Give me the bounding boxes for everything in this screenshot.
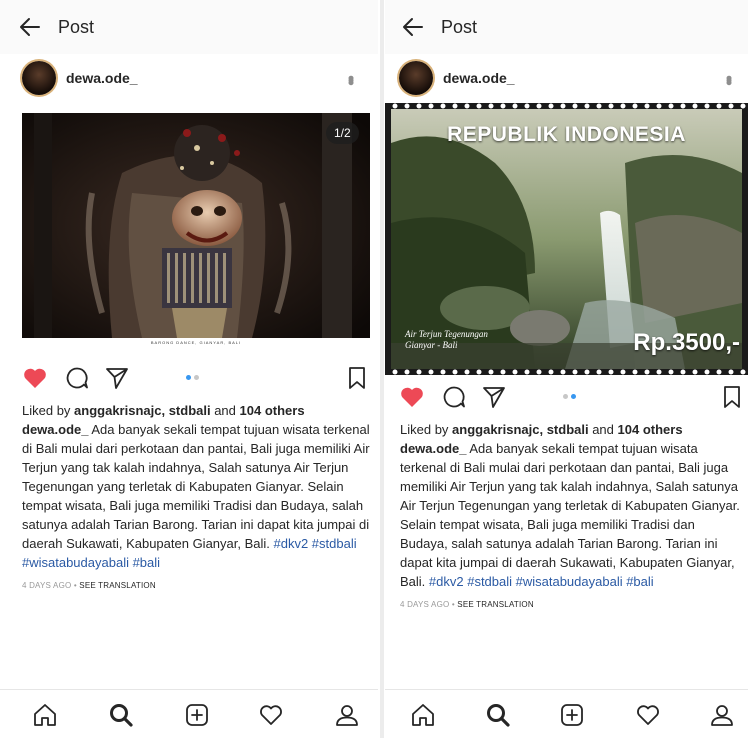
- likes-mid: and: [588, 422, 618, 437]
- caption-author[interactable]: dewa.ode_: [400, 441, 466, 456]
- share-icon[interactable]: [481, 384, 507, 410]
- bottom-nav: [385, 689, 748, 738]
- carousel-counter: 1/2: [326, 122, 359, 144]
- username[interactable]: dewa.ode_: [66, 70, 138, 86]
- likes-prefix: Liked by: [22, 403, 75, 418]
- likes-count[interactable]: 104 others: [240, 403, 305, 418]
- post-meta: 4 DAYS AGO • SEE TRANSLATION: [22, 576, 372, 595]
- avatar[interactable]: [399, 61, 433, 95]
- action-bar: [385, 382, 748, 412]
- action-bar: [0, 363, 378, 393]
- username[interactable]: dewa.ode_: [443, 70, 515, 86]
- comment-icon[interactable]: [64, 365, 90, 391]
- more-icon[interactable]: •••: [719, 75, 739, 82]
- dot-active: [186, 375, 191, 380]
- add-icon[interactable]: [184, 702, 210, 728]
- caption-body: Ada banyak sekali tempat tujuan wisata t…: [400, 441, 740, 589]
- heart-icon[interactable]: [22, 365, 48, 391]
- barong-photo: [22, 113, 370, 338]
- liked-users[interactable]: anggakrisnajc, stdbali: [452, 422, 589, 437]
- page-title: Post: [441, 16, 478, 37]
- comment-icon[interactable]: [441, 384, 467, 410]
- post-screen-2: Post dewa.ode_ ••• REPUBLIK INDONESIA Rp…: [385, 0, 748, 738]
- search-icon[interactable]: [108, 702, 134, 728]
- bottom-nav: [0, 689, 378, 738]
- home-icon[interactable]: [410, 702, 436, 728]
- add-icon[interactable]: [559, 702, 585, 728]
- back-arrow-icon[interactable]: [399, 13, 427, 41]
- stamp-script-line-1: Air Terjun Tegenungan: [405, 329, 488, 339]
- carousel-dots: [186, 375, 199, 380]
- post-header: dewa.ode_ •••: [0, 58, 378, 98]
- activity-icon[interactable]: [635, 702, 661, 728]
- stamp-price: Rp.3500,-: [633, 329, 740, 356]
- timestamp: 4 DAYS AGO: [400, 600, 450, 609]
- page-title: Post: [58, 16, 95, 37]
- dot-active: [571, 394, 576, 399]
- more-icon[interactable]: •••: [341, 75, 361, 82]
- caption-body: Ada banyak sekali tempat tujuan wisata t…: [22, 422, 370, 551]
- avatar[interactable]: [22, 61, 56, 95]
- likes-prefix: Liked by: [400, 422, 453, 437]
- caption: dewa.ode_ Ada banyak sekali tempat tujua…: [400, 439, 746, 591]
- top-bar: Post: [385, 0, 748, 54]
- post-text: Liked by anggakrisnajc, stdbali and 104 …: [22, 401, 372, 595]
- post-meta: 4 DAYS AGO • SEE TRANSLATION: [400, 595, 746, 614]
- likes-count[interactable]: 104 others: [618, 422, 683, 437]
- see-translation-link[interactable]: SEE TRANSLATION: [79, 581, 156, 590]
- likes-line: Liked by anggakrisnajc, stdbali and 104 …: [400, 420, 746, 439]
- share-icon[interactable]: [104, 365, 130, 391]
- stamp-title: REPUBLIK INDONESIA: [447, 123, 686, 146]
- dot: [194, 375, 199, 380]
- home-icon[interactable]: [32, 702, 58, 728]
- timestamp: 4 DAYS AGO: [22, 581, 72, 590]
- bookmark-icon[interactable]: [719, 384, 745, 410]
- profile-icon[interactable]: [334, 702, 360, 728]
- panel-divider: [380, 0, 384, 738]
- post-screen-1: Post dewa.ode_ ••• BARONG DANCE, GIANYAR…: [0, 0, 378, 738]
- post-image[interactable]: REPUBLIK INDONESIA Rp.3500,- Air Terjun …: [385, 103, 748, 375]
- hashtags[interactable]: #dkv2 #stdbali #wisatabudayabali #bali: [429, 574, 654, 589]
- post-image[interactable]: BARONG DANCE, GIANYAR, BALI: [22, 113, 370, 345]
- profile-icon[interactable]: [709, 702, 735, 728]
- caption: dewa.ode_ Ada banyak sekali tempat tujua…: [22, 420, 372, 572]
- caption-author[interactable]: dewa.ode_: [22, 422, 88, 437]
- carousel-dots: [563, 394, 576, 399]
- stamp-script: Air Terjun Tegenungan Gianyar - Bali: [405, 329, 488, 351]
- image-caption: BARONG DANCE, GIANYAR, BALI: [150, 340, 242, 345]
- stamp-script-line-2: Gianyar - Bali: [405, 340, 458, 350]
- likes-line: Liked by anggakrisnajc, stdbali and 104 …: [22, 401, 372, 420]
- post-header: dewa.ode_ •••: [385, 58, 748, 98]
- likes-mid: and: [210, 403, 240, 418]
- top-bar: Post: [0, 0, 378, 54]
- heart-icon[interactable]: [399, 384, 425, 410]
- see-translation-link[interactable]: SEE TRANSLATION: [457, 600, 534, 609]
- dot: [563, 394, 568, 399]
- back-arrow-icon[interactable]: [16, 13, 44, 41]
- post-text: Liked by anggakrisnajc, stdbali and 104 …: [400, 420, 746, 614]
- activity-icon[interactable]: [258, 702, 284, 728]
- liked-users[interactable]: anggakrisnajc, stdbali: [74, 403, 211, 418]
- search-icon[interactable]: [485, 702, 511, 728]
- bookmark-icon[interactable]: [344, 365, 370, 391]
